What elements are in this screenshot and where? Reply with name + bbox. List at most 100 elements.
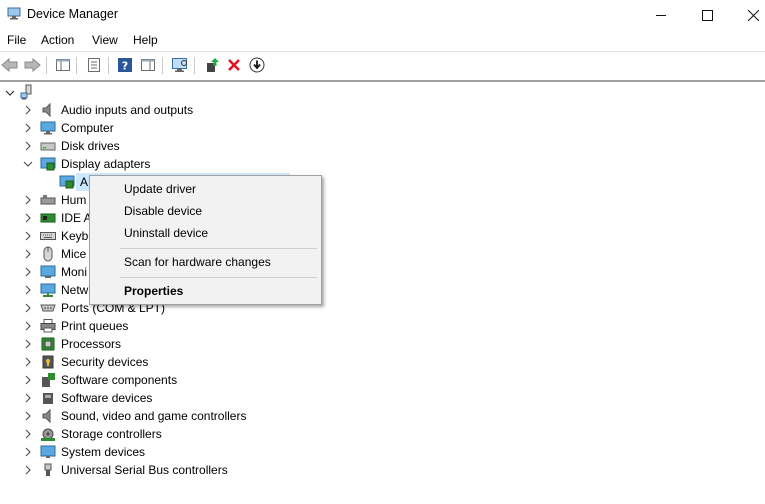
tree-item-system-devices[interactable]: System devices (0, 443, 765, 461)
scan-hardware-icon[interactable] (171, 56, 189, 74)
chevron-right-icon[interactable] (23, 105, 33, 115)
show-hide-console-tree-icon[interactable] (54, 56, 72, 74)
chevron-right-icon[interactable] (23, 429, 33, 439)
tree-item-label: Software components (61, 373, 178, 387)
disable-icon[interactable] (248, 56, 266, 74)
storage-controller-icon (40, 426, 56, 442)
maximize-button[interactable] (684, 0, 730, 30)
menu-item-scan-for-hardware-changes[interactable]: Scan for hardware changes (90, 251, 321, 273)
software-component-icon (40, 372, 56, 388)
tree-root[interactable] (0, 83, 765, 101)
tree-item-storage-controllers[interactable]: Storage controllers (0, 425, 765, 443)
forward-icon[interactable] (23, 56, 41, 74)
chevron-right-icon[interactable] (23, 465, 33, 475)
tree-item-usb-controllers[interactable]: Universal Serial Bus controllers (0, 461, 765, 479)
chevron-right-icon[interactable] (23, 249, 33, 259)
tree-item-label: Hum (61, 193, 87, 207)
menu-item-uninstall-device[interactable]: Uninstall device (90, 222, 321, 244)
toolbar: ? (0, 51, 765, 79)
menu-help[interactable]: Help (133, 33, 158, 47)
chevron-right-icon[interactable] (23, 285, 33, 295)
tree-item-software-components[interactable]: Software components (0, 371, 765, 389)
tree-item-label: Display adapters (61, 157, 151, 171)
menu-item-label: Scan for hardware changes (124, 255, 271, 269)
chevron-right-icon[interactable] (23, 357, 33, 367)
tree-item-label: Universal Serial Bus controllers (61, 463, 228, 477)
keyboard-icon (40, 228, 56, 244)
uninstall-icon[interactable] (225, 56, 243, 74)
tree-item-processors[interactable]: Processors (0, 335, 765, 353)
chevron-down-icon[interactable] (23, 159, 33, 169)
chevron-right-icon[interactable] (23, 195, 33, 205)
menu-item-disable-device[interactable]: Disable device (90, 200, 321, 222)
printer-icon (40, 318, 56, 334)
update-driver-icon[interactable] (203, 56, 221, 74)
menu-separator (120, 248, 317, 249)
chevron-right-icon[interactable] (23, 321, 33, 331)
menu-item-label: Disable device (124, 204, 203, 218)
menu-item-update-driver[interactable]: Update driver (90, 178, 321, 200)
tree-item-display-adapters[interactable]: Display adapters (0, 155, 765, 173)
tree-item-label: Processors (61, 337, 122, 351)
computer-icon (40, 120, 56, 136)
menu-action[interactable]: Action (41, 33, 74, 47)
tree-item-software-devices[interactable]: Software devices (0, 389, 765, 407)
tree-item-label: Storage controllers (61, 427, 162, 441)
menu-item-label: Properties (124, 284, 184, 298)
menu-item-label: Uninstall device (124, 226, 209, 240)
tree-item-audio-inputs-and-outputs[interactable]: Audio inputs and outputs (0, 101, 765, 119)
software-device-icon (40, 390, 56, 406)
menu-view[interactable]: View (92, 33, 118, 47)
disk-drive-icon (40, 138, 56, 154)
menu-item-label: Update driver (124, 182, 197, 196)
tree-item-computer[interactable]: Computer (0, 119, 765, 137)
context-menu: Update driver Disable device Uninstall d… (89, 175, 322, 305)
display-adapter-icon (40, 156, 56, 172)
minimize-button[interactable] (638, 0, 684, 30)
chevron-right-icon[interactable] (23, 375, 33, 385)
tree-item-label: Security devices (61, 355, 149, 369)
chevron-down-icon[interactable] (5, 88, 15, 98)
chevron-right-icon[interactable] (23, 411, 33, 421)
display-adapter-icon (59, 174, 75, 190)
network-icon (40, 282, 56, 298)
tree-item-label: Sound, video and game controllers (61, 409, 247, 423)
chevron-right-icon[interactable] (23, 213, 33, 223)
chevron-right-icon[interactable] (23, 267, 33, 277)
menu-bar: File Action View Help (0, 30, 765, 51)
chevron-right-icon[interactable] (23, 303, 33, 313)
tree-item-sound-video-game-controllers[interactable]: Sound, video and game controllers (0, 407, 765, 425)
menu-separator (120, 277, 317, 278)
usb-icon (40, 462, 56, 478)
back-icon[interactable] (1, 56, 19, 74)
properties-icon[interactable] (85, 56, 103, 74)
ide-controller-icon (40, 210, 56, 226)
security-device-icon (40, 354, 56, 370)
svg-text:?: ? (122, 60, 128, 73)
tree-item-print-queues[interactable]: Print queues (0, 317, 765, 335)
tree-item-security-devices[interactable]: Security devices (0, 353, 765, 371)
chevron-right-icon[interactable] (23, 393, 33, 403)
chevron-right-icon[interactable] (23, 123, 33, 133)
tree-item-label: A (80, 175, 89, 189)
chevron-right-icon[interactable] (23, 231, 33, 241)
menu-file[interactable]: File (7, 33, 26, 47)
mouse-icon (40, 246, 56, 262)
action-pane-icon[interactable] (139, 56, 157, 74)
close-button[interactable] (730, 0, 765, 30)
hid-icon (40, 192, 56, 208)
tree-item-label: IDE A (61, 211, 92, 225)
port-icon (40, 300, 56, 316)
menu-item-properties[interactable]: Properties (90, 280, 321, 302)
help-icon[interactable]: ? (116, 56, 134, 74)
chevron-right-icon[interactable] (23, 141, 33, 151)
chevron-right-icon[interactable] (23, 447, 33, 457)
tree-item-label: Software devices (61, 391, 153, 405)
system-device-icon (40, 444, 56, 460)
tree-item-label: Netw (61, 283, 89, 297)
chevron-right-icon[interactable] (23, 339, 33, 349)
monitor-icon (40, 264, 56, 280)
window-title: Device Manager (27, 7, 119, 21)
tree-item-disk-drives[interactable]: Disk drives (0, 137, 765, 155)
speaker-icon (40, 102, 56, 118)
